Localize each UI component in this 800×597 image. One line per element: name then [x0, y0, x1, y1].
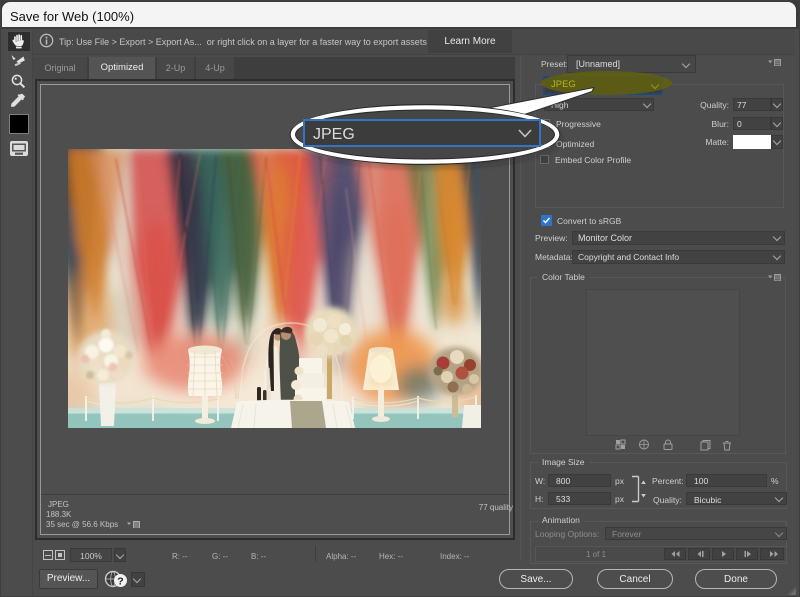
svg-text:?: ?	[117, 576, 123, 588]
